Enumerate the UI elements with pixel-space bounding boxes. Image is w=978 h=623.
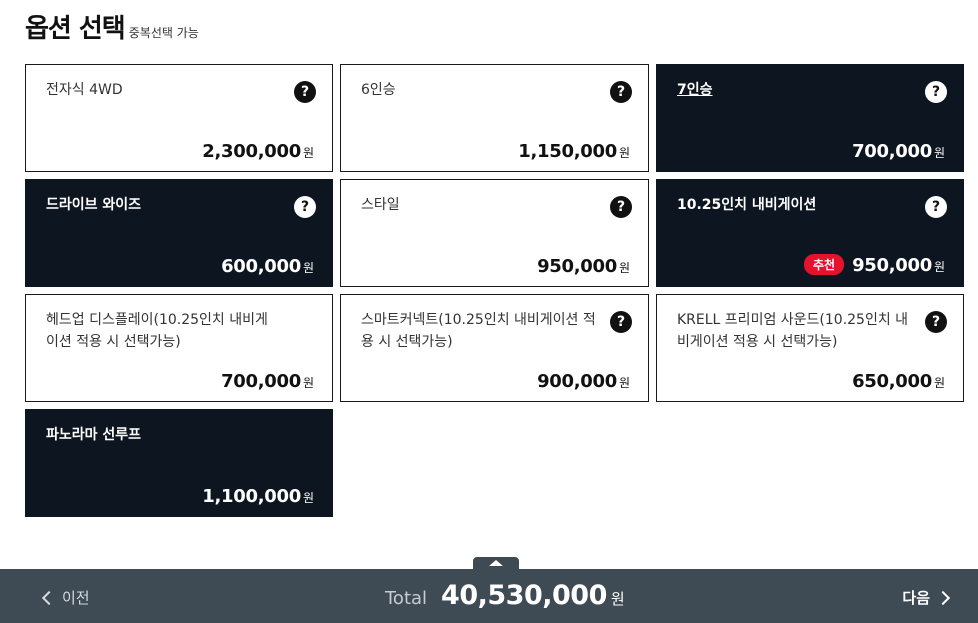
- option-price: 600,000: [221, 256, 301, 277]
- currency-unit: 원: [933, 146, 945, 160]
- option-price-group: 700,000 원: [221, 371, 314, 392]
- chevron-right-icon: [935, 590, 951, 605]
- option-card[interactable]: KRELL 프리미엄 사운드(10.25인치 내비게이션 적용 시 선택가능)?…: [656, 294, 964, 402]
- option-name: 헤드업 디스플레이(10.25인치 내비게이션 적용 시 선택가능): [46, 312, 268, 350]
- option-price: 700,000: [852, 141, 932, 162]
- total-currency: 원: [610, 590, 625, 608]
- option-card[interactable]: 전자식 4WD? 2,300,000 원: [25, 64, 333, 172]
- option-card[interactable]: 스타일? 950,000 원: [340, 179, 649, 287]
- currency-unit: 원: [302, 376, 314, 390]
- currency-unit: 원: [618, 376, 630, 390]
- option-price: 700,000: [221, 371, 301, 392]
- option-price: 1,100,000: [202, 486, 301, 507]
- option-name: 파노라마 선루프: [46, 427, 142, 443]
- section-header: 옵션 선택 중복선택 가능: [25, 8, 199, 45]
- option-price-group: 650,000 원: [852, 371, 945, 392]
- option-price-group: 600,000 원: [221, 256, 314, 277]
- chevron-left-icon: [41, 590, 57, 605]
- page-title: 옵션 선택: [25, 14, 126, 44]
- option-name: 10.25인치 내비게이션: [677, 197, 817, 213]
- option-price-group: 1,150,000 원: [518, 141, 630, 162]
- next-label: 다음: [902, 589, 930, 607]
- currency-unit: 원: [302, 261, 314, 275]
- help-icon[interactable]: ?: [610, 311, 632, 333]
- option-card[interactable]: 7인승? 700,000 원: [656, 64, 964, 172]
- page-subtitle: 중복선택 가능: [128, 26, 199, 40]
- option-name: 7인승: [677, 82, 713, 98]
- help-icon[interactable]: ?: [294, 196, 316, 218]
- currency-unit: 원: [302, 491, 314, 505]
- option-price: 1,150,000: [518, 141, 617, 162]
- option-price: 650,000: [852, 371, 932, 392]
- currency-unit: 원: [302, 146, 314, 160]
- currency-unit: 원: [618, 146, 630, 160]
- option-name: 드라이브 와이즈: [46, 197, 142, 213]
- chevron-up-icon: [489, 560, 503, 566]
- option-name: 6인승: [361, 82, 396, 98]
- currency-unit: 원: [933, 376, 945, 390]
- option-price: 950,000: [852, 255, 932, 276]
- prev-label: 이전: [62, 589, 90, 607]
- options-grid: 전자식 4WD? 2,300,000 원 6인승? 1,150,000 원 7인승? 700,…: [25, 64, 964, 517]
- option-name: 스타일: [361, 197, 400, 213]
- option-price: 900,000: [537, 371, 617, 392]
- help-icon[interactable]: ?: [610, 196, 632, 218]
- option-name: KRELL 프리미엄 사운드(10.25인치 내비게이션 적용 시 선택가능): [677, 312, 909, 350]
- prev-button[interactable]: 이전: [40, 587, 90, 608]
- recommend-badge: 추천: [803, 254, 845, 275]
- help-icon[interactable]: ?: [925, 311, 947, 333]
- help-icon[interactable]: ?: [925, 196, 947, 218]
- total-price: 40,530,000: [441, 580, 607, 611]
- help-icon[interactable]: ?: [610, 81, 632, 103]
- option-price-group: 1,100,000 원: [202, 486, 314, 507]
- currency-unit: 원: [933, 260, 945, 274]
- currency-unit: 원: [618, 261, 630, 275]
- option-card[interactable]: 헤드업 디스플레이(10.25인치 내비게이션 적용 시 선택가능) 700,00…: [25, 294, 333, 402]
- option-card[interactable]: 드라이브 와이즈? 600,000 원: [25, 179, 333, 287]
- option-card[interactable]: 6인승? 1,150,000 원: [340, 64, 649, 172]
- option-price-group: 700,000 원: [852, 141, 945, 162]
- footer-bar: 이전 Total 40,530,000 원 다음: [0, 569, 978, 623]
- option-price-group: 2,300,000 원: [202, 141, 314, 162]
- help-icon[interactable]: ?: [925, 81, 947, 103]
- help-icon[interactable]: ?: [294, 81, 316, 103]
- option-card[interactable]: 스마트커넥트(10.25인치 내비게이션 적용 시 선택가능)? 900,000 원: [340, 294, 649, 402]
- total-summary: Total 40,530,000 원: [385, 580, 625, 611]
- option-price-group: 900,000 원: [537, 371, 630, 392]
- option-price: 950,000: [537, 256, 617, 277]
- option-card[interactable]: 10.25인치 내비게이션? 추천 950,000 원: [656, 179, 964, 287]
- option-price-group: 950,000 원: [537, 256, 630, 277]
- total-label: Total: [385, 588, 428, 609]
- next-button[interactable]: 다음: [902, 587, 951, 608]
- option-name: 전자식 4WD: [46, 82, 123, 98]
- option-card[interactable]: 파노라마 선루프 1,100,000 원: [25, 409, 333, 517]
- option-price-group: 추천 950,000 원: [803, 254, 945, 277]
- option-name: 스마트커넥트(10.25인치 내비게이션 적용 시 선택가능): [361, 312, 596, 350]
- option-price: 2,300,000: [202, 141, 301, 162]
